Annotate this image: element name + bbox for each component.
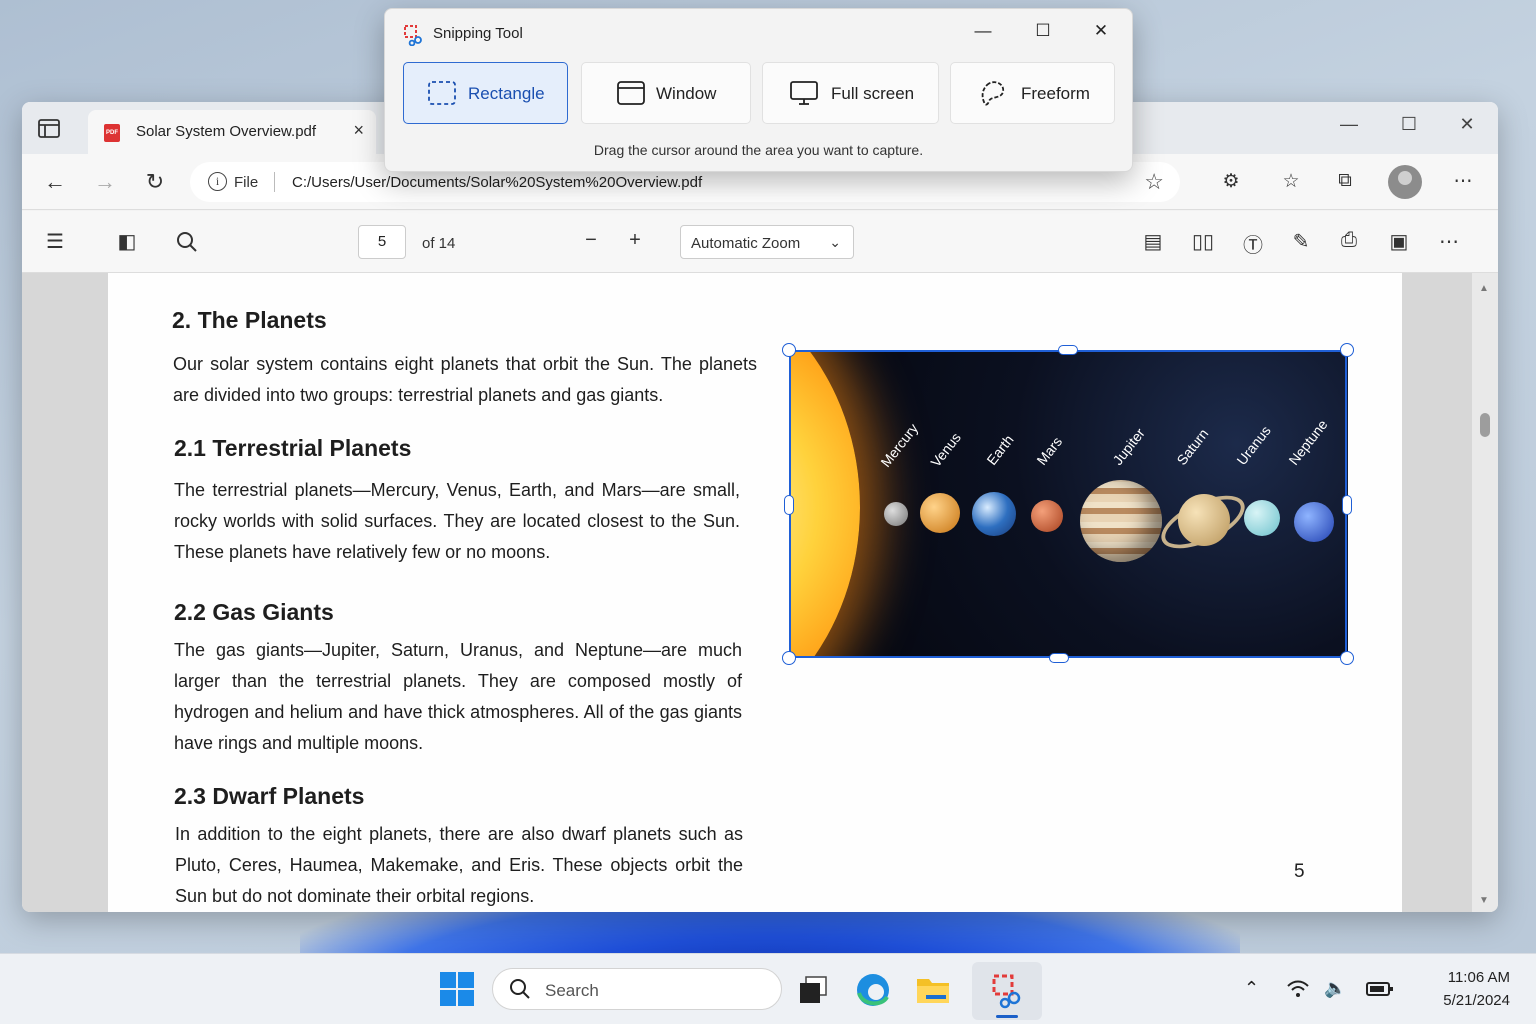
task-view-icon[interactable]: [796, 971, 834, 1009]
snipping-tool-icon: [992, 974, 1021, 1009]
snipping-tool-window: Snipping Tool — ☐ ✕ Rectangle Window Ful…: [384, 8, 1133, 172]
mode-window-button[interactable]: Window: [581, 62, 751, 124]
zoom-out-icon[interactable]: −: [578, 229, 604, 255]
capture-hint: Drag the cursor around the area you want…: [593, 142, 924, 158]
taskbar-search[interactable]: Search: [492, 968, 782, 1010]
resize-handle-left[interactable]: [784, 495, 794, 515]
maximize-icon[interactable]: ☐: [1028, 21, 1058, 41]
print-icon[interactable]: ⎙: [1336, 229, 1362, 255]
mode-fullscreen-button[interactable]: Full screen: [762, 62, 939, 124]
close-icon[interactable]: ✕: [1086, 21, 1116, 41]
zoom-in-icon[interactable]: +: [622, 229, 648, 255]
resize-handle-right[interactable]: [1342, 495, 1352, 515]
resize-handle-bottom-left[interactable]: [782, 651, 796, 665]
file-label: File: [234, 174, 259, 191]
rectangle-snip-icon: [428, 81, 456, 105]
page-footer-number: 5: [1294, 861, 1305, 882]
maximize-icon[interactable]: ☐: [1394, 114, 1424, 135]
paragraph-dwarf: In addition to the eight planets, there …: [175, 824, 743, 906]
zoom-value: Automatic Zoom: [691, 235, 801, 252]
monitor-icon: [790, 81, 818, 105]
clock-date: 5/21/2024: [1443, 992, 1510, 1009]
refresh-icon[interactable]: ↻: [140, 168, 170, 198]
tab-actions-icon[interactable]: [36, 116, 64, 142]
tab-title: Solar System Overview.pdf: [136, 123, 317, 140]
search-icon: [510, 979, 530, 999]
forward-icon[interactable]: →: [90, 168, 120, 198]
scroll-thumb[interactable]: [1480, 413, 1490, 437]
snipping-tool-taskbar-item[interactable]: [972, 962, 1042, 1020]
mode-label: Full screen: [831, 84, 915, 103]
pdf-toolbar: ☰ ◧ 5 of 14 − + Automatic Zoom ⌄ ▤ ▯▯ Ⓣ …: [22, 211, 1498, 273]
scroll-up-icon[interactable]: ▲: [1479, 283, 1489, 294]
zoom-select[interactable]: Automatic Zoom ⌄: [680, 225, 854, 259]
read-aloud-icon[interactable]: ▯▯: [1190, 229, 1216, 255]
paragraph-gas-giants: The gas giants—Jupiter, Saturn, Uranus, …: [174, 640, 742, 753]
mode-label: Freeform: [1021, 84, 1090, 103]
back-icon[interactable]: ←: [40, 168, 70, 198]
start-button-icon[interactable]: [440, 972, 474, 1006]
favorite-star-icon[interactable]: ☆: [1144, 169, 1164, 195]
minimize-icon[interactable]: —: [968, 21, 998, 41]
paragraph-planets: Our solar system contains eight planets …: [173, 354, 757, 405]
heading-dwarf: 2.3 Dwarf Planets: [174, 783, 365, 809]
heading-gas-giants: 2.2 Gas Giants: [174, 599, 334, 625]
file-explorer-icon[interactable]: [914, 971, 952, 1009]
mode-freeform-button[interactable]: Freeform: [950, 62, 1115, 124]
chevron-up-icon[interactable]: ⌃: [1244, 978, 1259, 999]
minimize-icon[interactable]: —: [1334, 114, 1364, 135]
mode-label: Window: [656, 84, 717, 103]
favorites-icon[interactable]: ☆: [1278, 170, 1304, 196]
page-number-input[interactable]: 5: [358, 225, 406, 259]
add-text-icon[interactable]: Ⓣ: [1240, 229, 1266, 257]
system-clock[interactable]: 11:06 AM 5/21/2024: [1420, 966, 1510, 1012]
menu-icon[interactable]: ☰: [42, 229, 68, 255]
mode-label: Rectangle: [468, 84, 545, 103]
resize-handle-top-left[interactable]: [782, 343, 796, 357]
more-menu-icon[interactable]: ⋯: [1450, 170, 1476, 196]
info-icon[interactable]: i: [208, 172, 227, 191]
snipping-tool-title: Snipping Tool: [433, 25, 523, 42]
battery-icon[interactable]: [1366, 981, 1394, 997]
heading-terrestrial: 2.1 Terrestrial Planets: [174, 435, 412, 461]
resize-handle-top[interactable]: [1058, 345, 1078, 355]
resize-handle-top-right[interactable]: [1340, 343, 1354, 357]
clock-time: 11:06 AM: [1447, 969, 1510, 986]
snip-selection-rectangle[interactable]: [789, 350, 1347, 658]
divider: [274, 172, 275, 192]
save-icon[interactable]: ▣: [1386, 229, 1412, 255]
profile-avatar[interactable]: [1388, 165, 1422, 199]
scroll-down-icon[interactable]: ▼: [1479, 895, 1489, 906]
fit-page-icon[interactable]: ▤: [1140, 229, 1166, 255]
draw-icon[interactable]: ✎: [1288, 229, 1314, 255]
tab-pdf[interactable]: PDF Solar System Overview.pdf ×: [88, 110, 376, 154]
wifi-icon[interactable]: [1286, 978, 1310, 1000]
chevron-down-icon: ⌄: [829, 234, 841, 250]
edge-browser-icon[interactable]: [854, 971, 892, 1009]
snipping-tool-app-icon: [404, 25, 422, 46]
url-text[interactable]: C:/Users/User/Documents/Solar%20System%2…: [292, 174, 702, 191]
search-placeholder: Search: [545, 981, 599, 1000]
mode-rectangle-button[interactable]: Rectangle: [403, 62, 568, 124]
heading-planets: 2. The Planets: [172, 307, 327, 333]
vertical-scrollbar[interactable]: ▲ ▼: [1472, 273, 1498, 912]
window-snip-icon: [617, 81, 645, 105]
paragraph-terrestrial: The terrestrial planets—Mercury, Venus, …: [174, 480, 740, 562]
collections-icon[interactable]: ⧉: [1332, 170, 1358, 196]
sidebar-toggle-icon[interactable]: ◧: [114, 229, 140, 255]
resize-handle-bottom[interactable]: [1049, 653, 1069, 663]
freeform-snip-icon: [981, 81, 1005, 106]
extensions-icon[interactable]: ⚙: [1218, 170, 1244, 196]
volume-icon[interactable]: 🔈: [1324, 978, 1346, 999]
more-tools-icon[interactable]: ⋯: [1436, 229, 1462, 255]
close-tab-icon[interactable]: ×: [353, 120, 364, 141]
pdf-file-icon: PDF: [104, 124, 120, 142]
close-window-icon[interactable]: ✕: [1452, 114, 1482, 135]
search-icon[interactable]: [174, 229, 200, 255]
resize-handle-bottom-right[interactable]: [1340, 651, 1354, 665]
taskbar: Search ⌃ 🔈 11:06 AM 5/21/2024: [0, 953, 1536, 1024]
active-indicator: [996, 1015, 1018, 1018]
page-total: of 14: [422, 235, 456, 252]
